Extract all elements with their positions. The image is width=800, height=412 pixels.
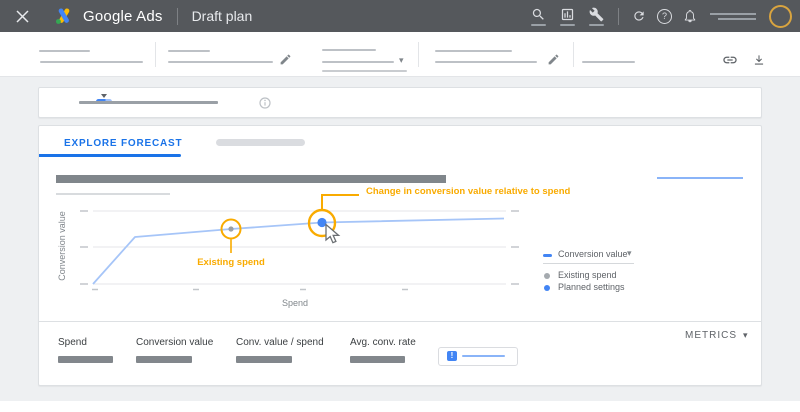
legend-selector-underline bbox=[543, 263, 634, 264]
metric-label: Conversion value bbox=[136, 337, 214, 348]
field-underline-placeholder bbox=[322, 70, 407, 72]
metric-value-placeholder bbox=[58, 356, 113, 363]
account-info-placeholder bbox=[710, 12, 756, 20]
topbar-divider bbox=[618, 7, 619, 25]
info-icon bbox=[259, 97, 271, 109]
planned-settings-handle[interactable] bbox=[317, 217, 327, 228]
plan-summary-card bbox=[38, 87, 762, 118]
reports-underline bbox=[559, 23, 575, 26]
change-in-value-annotation: Change in conversion value relative to s… bbox=[366, 186, 571, 197]
tab-explore-forecast[interactable]: EXPLORE FORECAST bbox=[64, 138, 182, 149]
plan-settings-toolbar: ▾ bbox=[0, 32, 800, 77]
wrench-icon bbox=[589, 7, 603, 21]
field-value-placeholder bbox=[168, 61, 273, 63]
share-link-button[interactable] bbox=[722, 52, 738, 68]
link-icon bbox=[723, 56, 737, 64]
question-mark-icon: ? bbox=[661, 10, 667, 21]
tools-button[interactable] bbox=[587, 7, 605, 26]
metric-value-placeholder bbox=[236, 356, 292, 363]
field-label-placeholder bbox=[39, 50, 90, 52]
edit-button[interactable] bbox=[547, 53, 560, 66]
conversion-value-line bbox=[92, 217, 505, 285]
metric-value-placeholder bbox=[136, 356, 192, 363]
pencil-icon bbox=[280, 54, 291, 65]
legend-existing-spend: Existing spend bbox=[558, 270, 617, 280]
bell-icon bbox=[684, 9, 696, 23]
close-button[interactable] bbox=[10, 4, 34, 28]
metric-label: Spend bbox=[58, 337, 87, 348]
metric-value-placeholder bbox=[350, 356, 405, 363]
series-line-swatch bbox=[543, 254, 552, 257]
cursor-pointer-icon bbox=[325, 223, 341, 244]
placeholder-line bbox=[710, 12, 756, 15]
page-title: Draft plan bbox=[191, 8, 253, 24]
brand-name: Google Ads bbox=[83, 7, 163, 25]
topbar-divider bbox=[176, 7, 178, 25]
legend-series-selector[interactable]: Conversion value bbox=[558, 249, 628, 259]
info-button[interactable] bbox=[259, 97, 271, 109]
chart-report-icon bbox=[561, 8, 573, 20]
placeholder-line bbox=[718, 17, 756, 20]
refresh-icon bbox=[634, 11, 644, 21]
metric-chip[interactable]: ! bbox=[438, 347, 518, 366]
field-value-placeholder bbox=[322, 61, 394, 63]
dropdown-caret-icon[interactable]: ▾ bbox=[399, 55, 404, 66]
change-callout-line bbox=[321, 194, 359, 209]
active-tab-indicator bbox=[39, 154, 181, 157]
field-value-placeholder bbox=[40, 61, 143, 63]
google-ads-logo bbox=[56, 8, 70, 24]
download-button[interactable] bbox=[752, 53, 766, 67]
slider-handle-icon bbox=[101, 94, 107, 98]
alert-badge-icon: ! bbox=[447, 351, 457, 361]
link-text-placeholder bbox=[657, 177, 743, 179]
planned-settings-dot-icon bbox=[544, 285, 550, 291]
pencil-icon bbox=[548, 54, 559, 65]
summary-text-placeholder bbox=[79, 101, 218, 104]
existing-spend-dot-icon bbox=[544, 273, 550, 279]
toolbar-divider bbox=[418, 42, 419, 67]
chart-title-placeholder bbox=[56, 175, 446, 183]
metrics-separator bbox=[39, 321, 761, 322]
search-button[interactable] bbox=[529, 7, 547, 26]
forecast-chart bbox=[80, 194, 519, 291]
gridlines bbox=[93, 210, 506, 285]
search-underline bbox=[530, 23, 546, 26]
field-value-placeholder bbox=[582, 61, 635, 63]
download-icon bbox=[754, 55, 764, 65]
field-value-placeholder bbox=[435, 61, 537, 63]
toolbar-divider bbox=[573, 42, 574, 67]
legend-planned-settings: Planned settings bbox=[558, 282, 625, 292]
metrics-button-label: METRICS bbox=[685, 330, 737, 341]
metric-label: Avg. conv. rate bbox=[350, 337, 416, 348]
field-label-placeholder bbox=[322, 49, 376, 51]
search-icon bbox=[532, 8, 544, 20]
refresh-button[interactable] bbox=[632, 9, 646, 23]
help-button[interactable]: ? bbox=[657, 8, 672, 24]
draft-plan-page: Google Ads Draft plan ? ▾ EXPLORE FORECA… bbox=[0, 0, 800, 412]
topbar-actions: ? bbox=[529, 4, 792, 28]
close-icon bbox=[15, 9, 29, 23]
forecast-card: EXPLORE FORECAST Conversion value Spend bbox=[38, 125, 762, 386]
metrics-dropdown-button[interactable]: METRICS ▾ bbox=[685, 330, 749, 341]
notifications-button[interactable] bbox=[683, 9, 697, 23]
metrics-caret-icon: ▾ bbox=[743, 330, 749, 340]
avatar[interactable] bbox=[769, 4, 792, 28]
edit-button[interactable] bbox=[279, 53, 292, 66]
axis-ticks bbox=[80, 210, 519, 291]
tools-underline bbox=[588, 23, 604, 26]
legend-caret-icon[interactable]: ▾ bbox=[627, 248, 632, 259]
metric-label: Conv. value / spend bbox=[236, 337, 324, 348]
toolbar-divider bbox=[155, 42, 156, 67]
existing-spend-point bbox=[228, 226, 234, 232]
field-label-placeholder bbox=[168, 50, 210, 52]
page-bottom-strip bbox=[0, 401, 800, 412]
tab-placeholder[interactable] bbox=[216, 139, 305, 146]
field-label-placeholder bbox=[435, 50, 512, 52]
reports-button[interactable] bbox=[558, 7, 576, 26]
existing-spend-annotation: Existing spend bbox=[197, 257, 265, 268]
chip-value-placeholder bbox=[462, 355, 505, 357]
top-app-bar: Google Ads Draft plan ? bbox=[0, 0, 800, 32]
